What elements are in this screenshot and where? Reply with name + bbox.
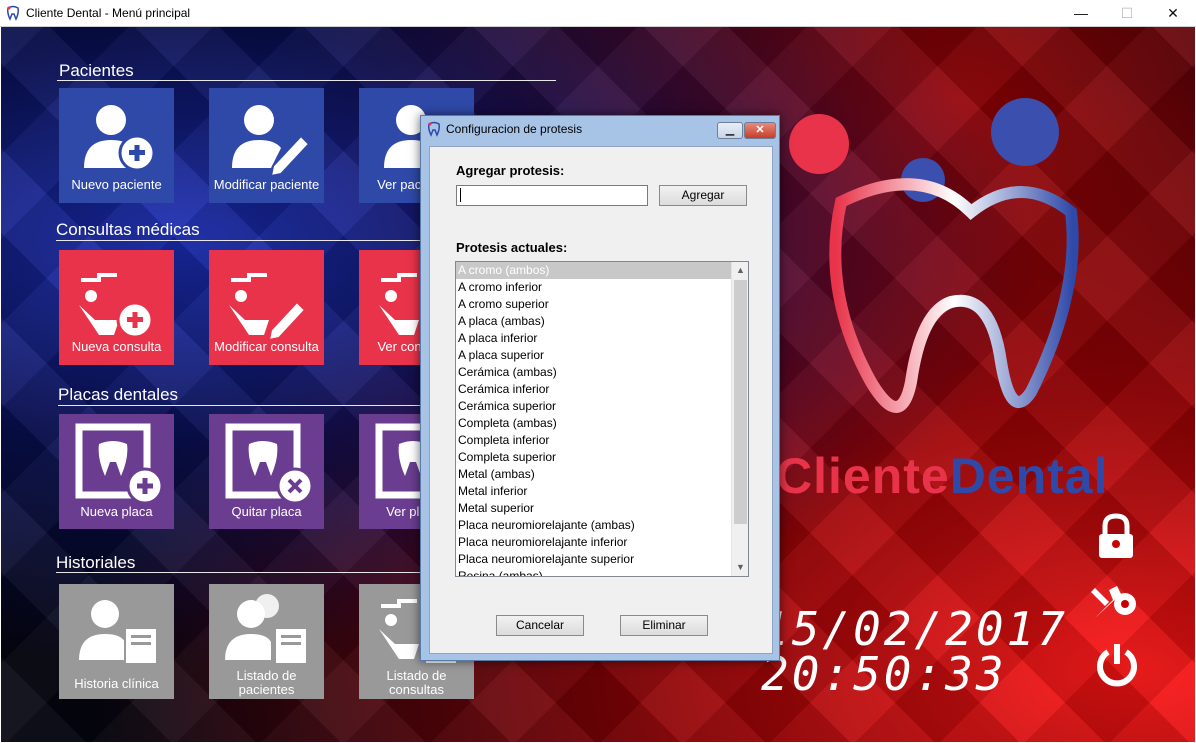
window-titlebar: Cliente Dental - Menú principal — ☐ ✕ [0,0,1196,27]
tile-label: Nueva placa [80,504,153,519]
tooth-app-icon [7,5,19,21]
list-item[interactable]: Resina (ambas) [456,568,748,576]
power-icon[interactable] [1094,642,1140,688]
section-title-consultas: Consultas médicas [56,220,200,239]
tile-label: Historia clínica [74,676,159,691]
close-button[interactable]: ✕ [1150,0,1196,27]
nueva-placa-tile[interactable]: Nueva placa [59,414,174,529]
maximize-button[interactable]: ☐ [1104,0,1150,27]
modificar-paciente-tile[interactable]: Modificar paciente [209,88,324,203]
minimize-button[interactable]: — [1058,0,1104,27]
list-item[interactable]: Completa (ambas) [456,415,748,432]
nueva-consulta-tile[interactable]: Nueva consulta [59,250,174,365]
dialog-title: Configuracion de protesis [446,122,583,136]
tile-label: Modificar paciente [213,177,320,192]
list-item[interactable]: A cromo (ambos) [456,262,748,279]
brand-logo-text: ClienteDental [776,448,1109,504]
lock-icon[interactable] [1093,512,1139,560]
scroll-thumb[interactable] [734,280,747,524]
dialog-close-button[interactable]: ✕ [744,122,776,139]
window-title: Cliente Dental - Menú principal [26,6,191,20]
protesis-listbox[interactable]: A cromo (ambos) A cromo inferior A cromo s… [455,261,749,577]
current-protesis-label: Protesis actuales: [456,240,568,255]
cancel-button[interactable]: Cancelar [496,615,584,636]
scroll-down-arrow-icon[interactable]: ▼ [732,559,748,576]
list-item[interactable]: Metal (ambas) [456,466,748,483]
section-title-placas: Placas dentales [58,385,179,404]
tile-label-line1: Listado de [236,668,297,683]
list-item[interactable]: Cerámica superior [456,398,748,415]
add-protesis-label: Agregar protesis: [456,163,565,178]
dialog-minimize-button[interactable]: ▁ [717,122,743,139]
protesis-name-input[interactable] [456,185,648,206]
list-item[interactable]: A placa superior [456,347,748,364]
tile-label-line1: Listado de [386,668,447,683]
list-scrollbar[interactable]: ▲ ▼ [731,262,748,576]
section-divider [57,80,556,81]
list-item[interactable]: A cromo superior [456,296,748,313]
tile-label: Nuevo paciente [71,177,162,192]
listado-pacientes-tile[interactable]: Listado de pacientes [209,584,324,699]
modificar-consulta-tile[interactable]: Modificar consulta [209,250,324,365]
protesis-config-dialog: Configuracion de protesis ▁ ✕ Agregar pr… [420,115,780,661]
tooth-logo-icon [789,98,1079,413]
list-item[interactable]: Placa neuromiorelajante (ambas) [456,517,748,534]
time-display: 20:50:33 [761,647,1007,701]
list-item[interactable]: A placa (ambas) [456,313,748,330]
scroll-up-arrow-icon[interactable]: ▲ [732,262,748,279]
tile-label-line2: consultas [389,682,444,697]
list-item[interactable]: Completa superior [456,449,748,466]
list-item[interactable]: A cromo inferior [456,279,748,296]
list-item[interactable]: Placa neuromiorelajante inferior [456,534,748,551]
list-item[interactable]: Cerámica (ambas) [456,364,748,381]
section-title-historiales: Historiales [56,553,136,572]
list-item[interactable]: Metal inferior [456,483,748,500]
protesis-list: A cromo (ambos) A cromo inferior A cromo s… [456,262,748,576]
tile-label: Nueva consulta [71,339,162,354]
delete-button[interactable]: Eliminar [620,615,708,636]
dialog-body: Agregar protesis: Agregar Protesis actua… [429,146,773,654]
tooth-app-icon [428,121,440,137]
nuevo-paciente-tile[interactable]: Nuevo paciente [59,88,174,203]
list-item[interactable]: Metal superior [456,500,748,517]
list-item[interactable]: Completa inferior [456,432,748,449]
add-button[interactable]: Agregar [659,185,747,206]
tile-label-line2: pacientes [238,682,295,697]
tools-gear-icon[interactable] [1091,582,1141,624]
list-item[interactable]: Placa neuromiorelajante superior [456,551,748,568]
quitar-placa-tile[interactable]: Quitar placa [209,414,324,529]
list-item[interactable]: Cerámica inferior [456,381,748,398]
tile-label: Quitar placa [231,504,302,519]
section-title-pacientes: Pacientes [59,61,134,80]
historia-clinica-tile[interactable]: Historia clínica [59,584,174,699]
tile-label: Modificar consulta [214,339,319,354]
list-item[interactable]: A placa inferior [456,330,748,347]
